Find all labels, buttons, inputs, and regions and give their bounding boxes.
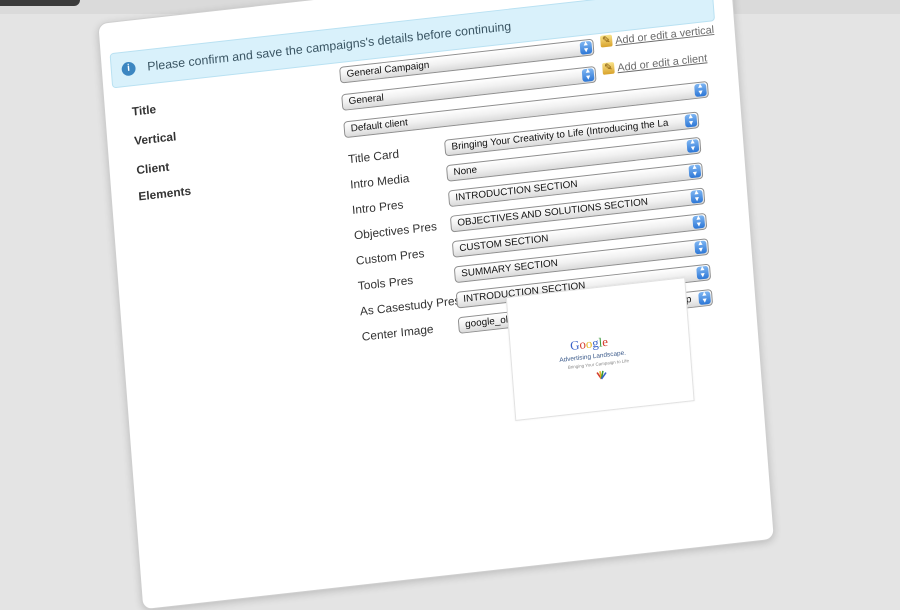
edit-client-icon[interactable]: ✎ (602, 61, 615, 75)
select-arrows-icon: ▲ ▼ (696, 265, 710, 280)
logo-letter: e (601, 334, 609, 350)
select-arrows-icon: ▲ ▼ (698, 290, 711, 306)
select-arrows-icon: ▲ ▼ (692, 214, 706, 230)
select-arrows-icon: ▲ ▼ (684, 113, 698, 128)
select-arrows-icon: ▲ ▼ (690, 189, 704, 204)
select-arrows-icon: ▲ ▼ (579, 40, 593, 55)
info-icon: i (121, 61, 137, 77)
select-arrows-icon: ▲ ▼ (686, 138, 700, 153)
title-label: Title (131, 102, 157, 119)
select-arrows-icon: ▲ ▼ (694, 82, 707, 98)
center-image-preview: Google Advertising Landscape. Bringing Y… (505, 277, 695, 421)
edit-vertical-icon[interactable]: ✎ (599, 34, 613, 48)
select-arrows-icon: ▲ ▼ (581, 67, 595, 83)
select-arrows-icon: ▲ ▼ (688, 164, 702, 179)
top-bar-tab (0, 0, 80, 6)
fan-logo-icon (596, 370, 607, 380)
select-arrows-icon: ▲ ▼ (694, 240, 708, 255)
campaign-form-panel: i Please confirm and save the campaigns'… (97, 0, 900, 610)
google-logo: Google (570, 334, 609, 354)
